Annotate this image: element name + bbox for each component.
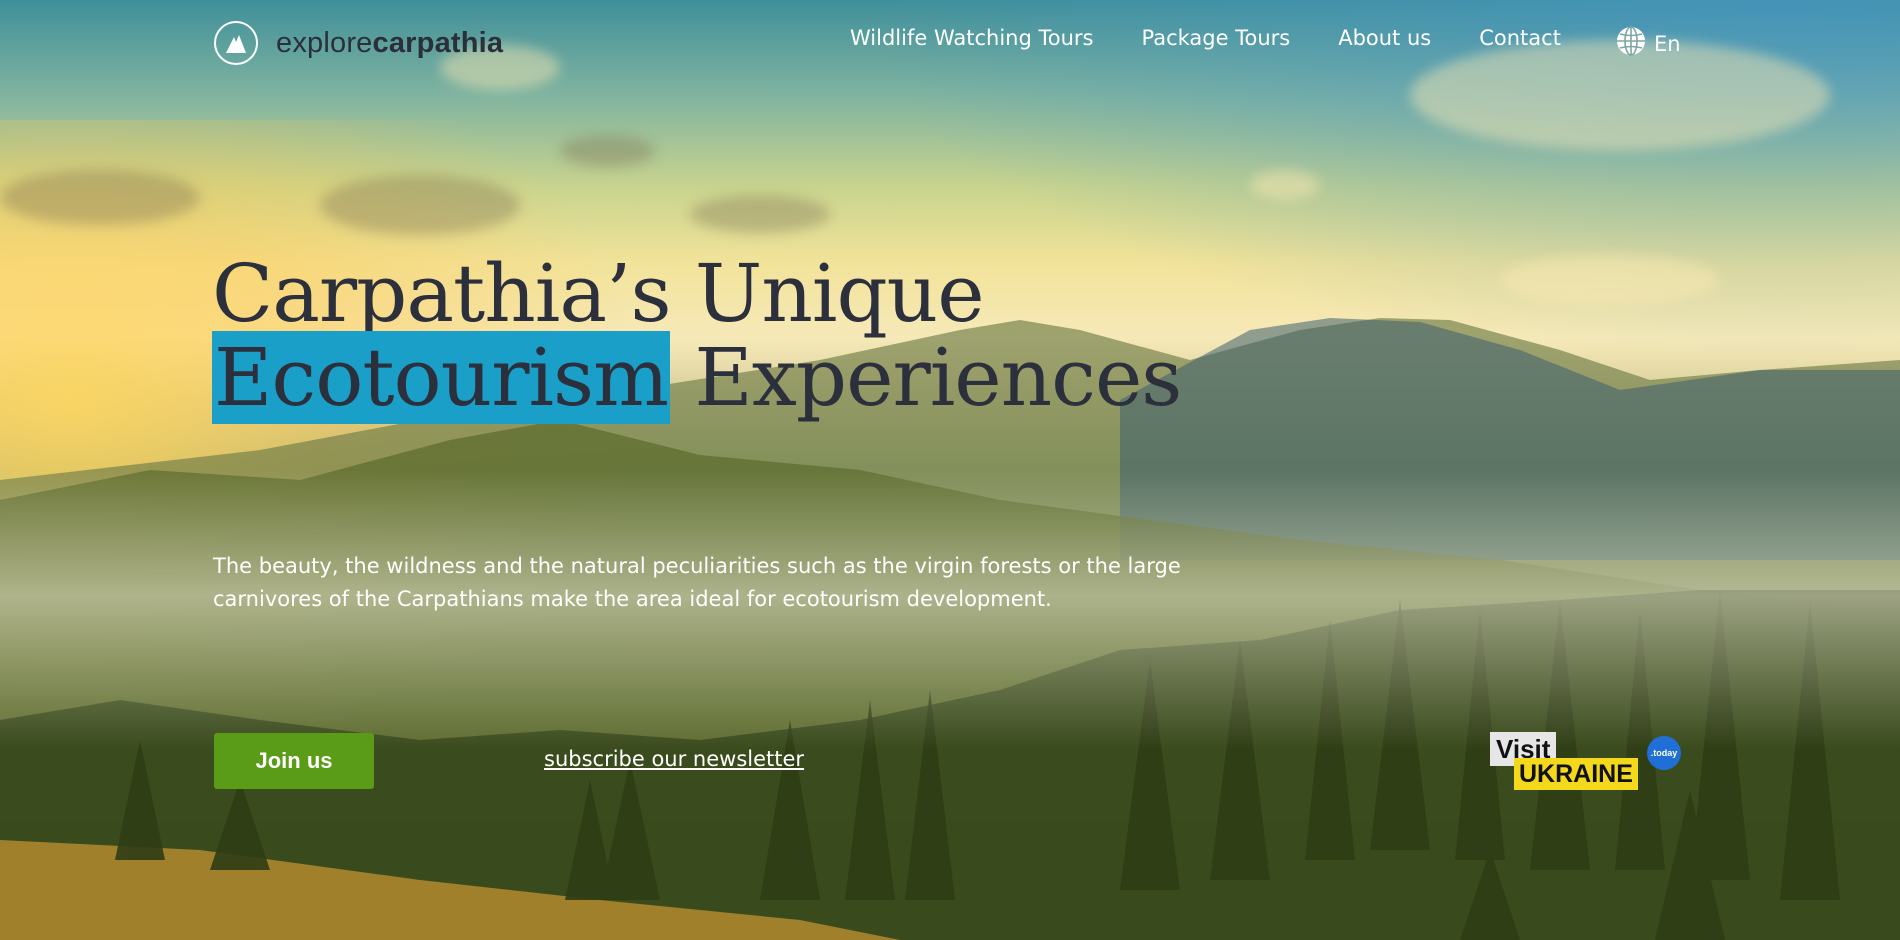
logo-text-bold: carpathia [372,26,504,59]
language-selector[interactable]: En [1616,26,1681,61]
title-line-1: Carpathia’s Unique [212,247,985,340]
main-nav: Wildlife Watching Tours Package Tours Ab… [850,26,1561,50]
mountain-icon [214,21,258,65]
logo-text: explorecarpathia [276,27,503,60]
globe-icon [1616,26,1646,61]
join-us-button[interactable]: Join us [214,733,374,789]
subscribe-newsletter-link[interactable]: subscribe our newsletter [544,747,804,771]
visit-ukraine-line2: UKRAINE [1514,758,1638,790]
site-logo[interactable]: explorecarpathia [214,18,503,68]
title-rest: Experiences [669,331,1182,424]
nav-package-tours[interactable]: Package Tours [1141,26,1290,50]
nav-about-us[interactable]: About us [1338,26,1431,50]
visit-ukraine-logo[interactable]: Visit UKRAINE .today [1490,732,1682,798]
language-label: En [1654,31,1681,56]
hero-description: The beauty, the wildness and the natural… [213,554,1181,611]
visit-ukraine-circle: .today [1647,736,1681,770]
nav-contact[interactable]: Contact [1479,26,1561,50]
logo-text-light: explore [276,26,373,59]
nav-wildlife-watching-tours[interactable]: Wildlife Watching Tours [850,26,1093,50]
title-highlight: Ecotourism [212,331,670,424]
page-title: Carpathia’s Unique Ecotourism Experience… [212,252,1182,424]
hero-background [0,0,1900,940]
